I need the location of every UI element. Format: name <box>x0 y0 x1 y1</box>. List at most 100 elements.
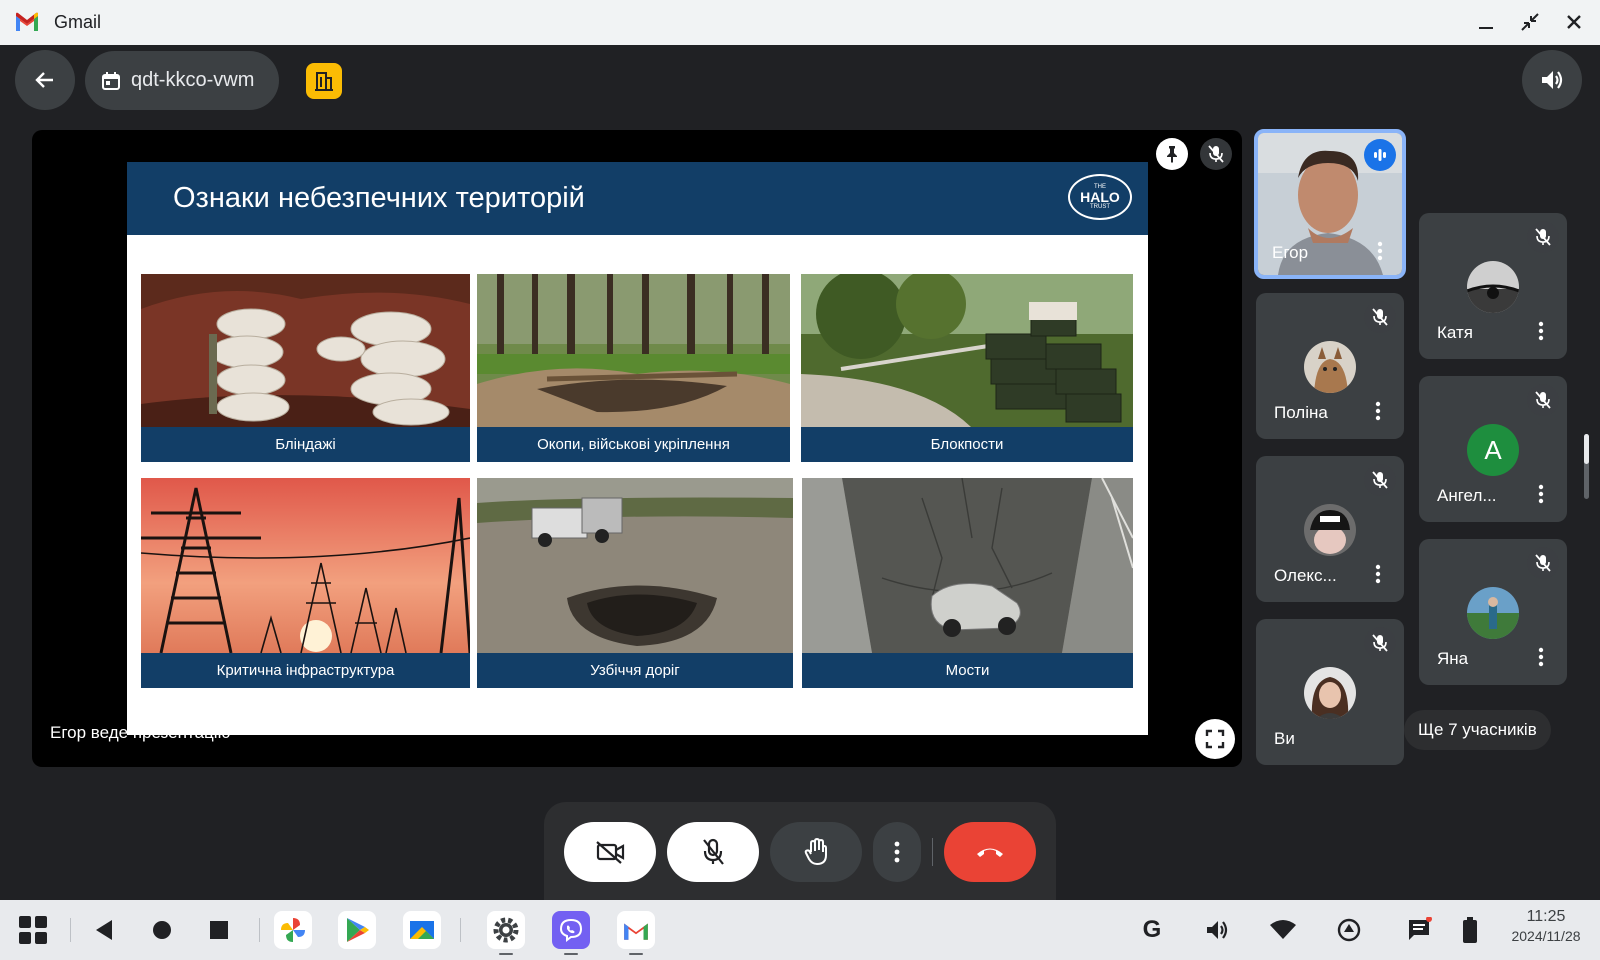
taskbar: G 11:25 2024/11/28 <box>0 900 1600 960</box>
mic-off-icon <box>1364 627 1396 659</box>
mic-off-icon <box>703 838 724 865</box>
notifications-icon[interactable] <box>1400 911 1438 949</box>
slide-caption: Критична інфраструктура <box>141 653 470 688</box>
participant-name: Егор <box>1272 243 1309 262</box>
presentation-tile[interactable]: Ознаки небезпечних територій THE HALO TR… <box>32 130 1242 767</box>
call-controls <box>544 802 1056 900</box>
more-vert-icon[interactable] <box>1531 645 1551 669</box>
slide-header: Ознаки небезпечних територій THE HALO TR… <box>127 162 1148 235</box>
more-vert-icon[interactable] <box>1531 482 1551 506</box>
viber-app-icon[interactable] <box>552 911 590 949</box>
avatar <box>1467 261 1519 313</box>
settings-app-icon[interactable] <box>487 911 525 949</box>
calendar-icon <box>102 71 120 90</box>
participant-name: Яна <box>1437 649 1469 668</box>
gmail-app-icon[interactable] <box>617 911 655 949</box>
building-icon <box>315 72 333 91</box>
mic-off-icon <box>1527 384 1559 416</box>
back-button[interactable] <box>15 50 75 110</box>
arrow-back-icon <box>35 72 53 88</box>
mic-toggle-button[interactable] <box>667 822 759 882</box>
pin-icon <box>1167 146 1177 163</box>
slide-caption: Узбіччя доріг <box>477 653 793 688</box>
meeting-info-button[interactable]: qdt-kkco-vwm <box>85 51 279 110</box>
play-store-icon[interactable] <box>338 911 376 949</box>
participants-scrollbar[interactable] <box>1584 434 1589 499</box>
window-titlebar: Gmail <box>0 0 1600 45</box>
fullscreen-button[interactable] <box>1195 719 1235 759</box>
slide-photo-roadsides: Узбіччя доріг <box>477 478 793 688</box>
audio-output-button[interactable] <box>1522 50 1582 110</box>
halo-trust-logo: THE HALO TRUST <box>1068 174 1132 220</box>
more-participants-button[interactable]: Ще 7 учасників <box>1404 710 1551 750</box>
app-launcher-icon[interactable] <box>14 911 52 949</box>
slide-title: Ознаки небезпечних територій <box>173 182 585 214</box>
fullscreen-icon <box>1205 729 1225 749</box>
slide-photo-checkpoints: Блокпости <box>801 274 1133 462</box>
volume-icon <box>1542 71 1563 89</box>
avatar <box>1304 667 1356 719</box>
slide-caption: Блокпости <box>801 427 1133 462</box>
mic-off-icon <box>1364 464 1396 496</box>
files-app-icon[interactable] <box>403 911 441 949</box>
more-vert-icon[interactable] <box>1368 562 1388 586</box>
call-end-icon <box>977 848 1003 857</box>
gmail-logo-icon <box>14 12 40 32</box>
nav-home-icon[interactable] <box>143 911 181 949</box>
nav-recents-icon[interactable] <box>200 911 238 949</box>
restore-icon[interactable] <box>1518 10 1542 34</box>
mic-off-icon <box>1527 221 1559 253</box>
hand-icon <box>804 838 827 866</box>
controls-divider <box>932 838 933 866</box>
minimize-icon[interactable] <box>1474 10 1498 34</box>
participant-name: Ви <box>1274 729 1295 748</box>
slide-caption: Бліндажі <box>141 427 470 462</box>
participant-tile-oleks[interactable]: Олекс... <box>1256 456 1404 602</box>
slide-caption: Окопи, військові укріплення <box>477 427 790 462</box>
mic-off-icon <box>1364 301 1396 333</box>
battery-icon[interactable] <box>1451 911 1489 949</box>
speaking-indicator-icon <box>1364 139 1396 171</box>
camera-toggle-button[interactable] <box>564 822 656 882</box>
meeting-code: qdt-kkco-vwm <box>131 69 255 91</box>
clock-time: 11:25 <box>1526 908 1566 925</box>
avatar <box>1304 341 1356 393</box>
more-vert-icon <box>894 841 900 863</box>
avatar <box>1467 587 1519 639</box>
volume-icon[interactable] <box>1198 911 1236 949</box>
pin-button[interactable] <box>1156 138 1188 170</box>
photos-app-icon[interactable] <box>274 911 312 949</box>
slide-caption: Мости <box>802 653 1133 688</box>
videocam-off-icon <box>596 841 625 864</box>
close-icon[interactable] <box>1562 10 1586 34</box>
participant-tile-angel[interactable]: A Ангел... <box>1419 376 1567 522</box>
slide-photo-trenches: Окопи, військові укріплення <box>477 274 790 462</box>
participant-tile-you[interactable]: Ви <box>1256 619 1404 765</box>
host-controls-button[interactable] <box>306 63 342 99</box>
participant-name: Поліна <box>1274 403 1328 422</box>
presenter-status: Егор веде презентацію <box>50 723 231 742</box>
more-vert-icon[interactable] <box>1370 239 1390 263</box>
more-vert-icon[interactable] <box>1368 399 1388 423</box>
avatar: A <box>1467 424 1519 476</box>
more-options-button[interactable] <box>873 822 921 882</box>
raise-hand-button[interactable] <box>770 822 862 882</box>
meeting-area: qdt-kkco-vwm Ознаки небезпечних територі… <box>0 45 1600 900</box>
system-clock[interactable]: 11:25 2024/11/28 <box>1500 908 1592 944</box>
more-vert-icon[interactable] <box>1531 319 1551 343</box>
participant-tile-yana[interactable]: Яна <box>1419 539 1567 685</box>
google-icon[interactable]: G <box>1133 911 1171 949</box>
presentation-slide: Ознаки небезпечних територій THE HALO TR… <box>127 162 1148 735</box>
data-saver-icon[interactable] <box>1330 911 1368 949</box>
clock-date: 2024/11/28 <box>1511 928 1581 944</box>
participant-name: Олекс... <box>1274 566 1337 585</box>
app-title: Gmail <box>54 12 102 32</box>
participant-tile-polina[interactable]: Поліна <box>1256 293 1404 439</box>
mic-off-icon <box>1200 138 1232 170</box>
wifi-icon[interactable] <box>1264 911 1302 949</box>
end-call-button[interactable] <box>944 822 1036 882</box>
avatar <box>1304 504 1356 556</box>
participant-tile-egor[interactable]: Егор <box>1254 129 1406 279</box>
participant-tile-katya[interactable]: Катя <box>1419 213 1567 359</box>
nav-back-icon[interactable] <box>85 911 123 949</box>
